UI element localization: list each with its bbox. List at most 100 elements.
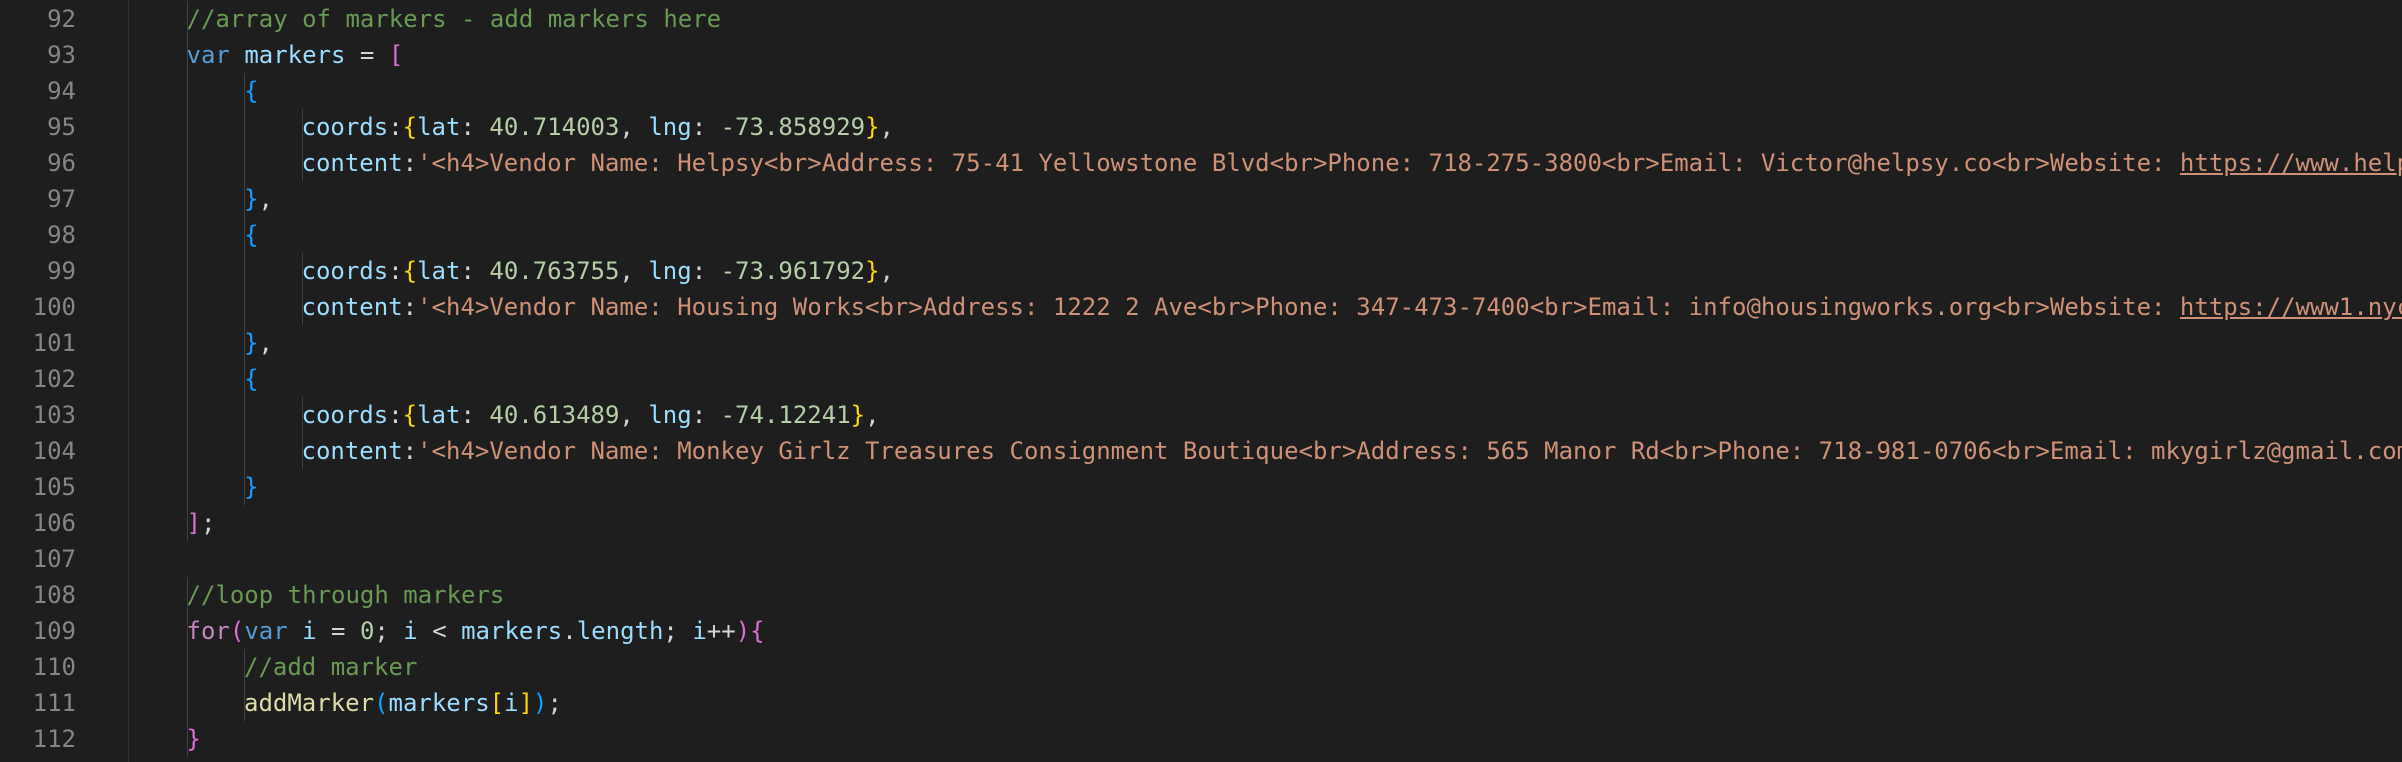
code-token: =	[316, 617, 360, 645]
code-line[interactable]: //add marker	[244, 649, 417, 685]
code-line[interactable]: //loop through markers	[187, 577, 505, 613]
code-token: markers	[244, 41, 346, 69]
code-line[interactable]: }	[187, 721, 201, 757]
code-line[interactable]: ];	[187, 505, 216, 541]
line-number: 93	[47, 41, 76, 69]
code-token: =	[345, 41, 389, 69]
indent-guide	[186, 1, 188, 541]
code-token: i	[504, 689, 519, 717]
code-line[interactable]: },	[244, 181, 273, 217]
line-number: 95	[47, 113, 76, 141]
code-token: //array of markers - add markers here	[186, 5, 722, 33]
line-number: 97	[47, 185, 76, 213]
code-token: (	[229, 617, 245, 645]
code-line[interactable]: coords:{lat: 40.714003, lng: -73.858929}…	[302, 109, 895, 145]
code-line[interactable]: for(var i = 0; i < markers.length; i++){	[187, 613, 765, 649]
code-token: i	[403, 617, 418, 645]
indent-guide	[301, 109, 303, 181]
code-token: ,	[879, 257, 894, 285]
code-line[interactable]: //array of markers - add markers here	[187, 1, 722, 37]
line-number: 101	[32, 329, 76, 357]
code-line[interactable]: content:'<h4>Vendor Name: Helpsy<br>Addr…	[302, 145, 2402, 181]
code-token: :	[388, 113, 403, 141]
code-token: -74.12241	[720, 401, 851, 429]
code-token: :	[402, 293, 418, 321]
code-token: :	[388, 257, 403, 285]
code-token: :	[402, 149, 418, 177]
code-token: [	[489, 689, 505, 717]
code-token: :	[691, 113, 721, 141]
url-link[interactable]: https://www1.nyc.gov	[2180, 293, 2402, 321]
code-line[interactable]: }	[244, 469, 258, 505]
code-line[interactable]: content:'<h4>Vendor Name: Housing Works<…	[302, 289, 2402, 325]
code-token: lat	[417, 113, 461, 141]
url-link[interactable]: https://www.helpsy.co	[2180, 149, 2402, 177]
code-area[interactable]: //array of markers - add markers here var…	[129, 0, 2402, 762]
code-line[interactable]: coords:{lat: 40.613489, lng: -74.12241},	[302, 397, 880, 433]
code-token: 40.763755	[489, 257, 620, 285]
code-token: ]	[186, 509, 201, 537]
code-token: -73.858929	[720, 113, 866, 141]
code-token: }	[244, 329, 259, 357]
code-token: content	[301, 293, 403, 321]
code-token: ;	[200, 509, 216, 537]
code-token: lng	[648, 401, 692, 429]
code-token: :	[691, 401, 721, 429]
code-token: ]	[518, 689, 534, 717]
code-token: {	[244, 77, 259, 105]
code-token: }	[865, 113, 880, 141]
line-number: 109	[32, 617, 76, 645]
code-token: )	[735, 617, 751, 645]
code-token: ,	[258, 185, 273, 213]
code-token: lat	[417, 401, 461, 429]
line-number: 92	[47, 5, 76, 33]
code-token: lng	[648, 257, 692, 285]
line-number: 98	[47, 221, 76, 249]
indent-guide	[186, 577, 188, 757]
code-token: ,	[879, 113, 894, 141]
code-token: ,	[258, 329, 273, 357]
code-line[interactable]: {	[244, 361, 258, 397]
code-token: :	[402, 437, 418, 465]
code-token: 40.714003	[489, 113, 620, 141]
line-number: 112	[32, 725, 76, 753]
code-token: 0	[359, 617, 375, 645]
code-line[interactable]: content:'<h4>Vendor Name: Monkey Girlz T…	[302, 433, 2402, 469]
code-token: var	[186, 41, 230, 69]
line-number-gutter: 92 93 94 95 96 97 98 99 100 101 102 103 104 105 106 107…	[0, 0, 128, 762]
code-token: .	[562, 617, 577, 645]
code-token: }	[865, 257, 880, 285]
code-token: ;	[374, 617, 404, 645]
code-token: //loop through markers	[186, 581, 505, 609]
code-token: //add marker	[244, 653, 418, 681]
line-number: 106	[32, 509, 76, 537]
code-line[interactable]: {	[244, 73, 258, 109]
code-token: '<h4>Vendor Name: Monkey Girlz Treasures…	[417, 437, 2402, 465]
code-token: {	[244, 221, 259, 249]
code-token: ,	[619, 401, 649, 429]
indent-guide	[244, 649, 245, 721]
code-line[interactable]: {	[244, 217, 258, 253]
line-number: 103	[32, 401, 76, 429]
code-editor[interactable]: 92 93 94 95 96 97 98 99 100 101 102 103 104 105 106 107…	[0, 0, 2402, 762]
line-number: 102	[32, 365, 76, 393]
code-token: :	[460, 113, 490, 141]
code-line[interactable]: var markers = [	[187, 37, 404, 73]
code-token: :	[691, 257, 721, 285]
code-line[interactable]: addMarker(markers[i]);	[244, 685, 562, 721]
code-token: <	[417, 617, 462, 645]
code-token: :	[388, 401, 403, 429]
code-line[interactable]: },	[244, 325, 273, 361]
code-token: (	[374, 689, 389, 717]
code-token: }	[244, 473, 259, 501]
code-line[interactable]: coords:{lat: 40.763755, lng: -73.961792}…	[302, 253, 895, 289]
code-token: }	[850, 401, 866, 429]
code-token: 40.613489	[489, 401, 620, 429]
code-token: ,	[619, 257, 649, 285]
line-number: 105	[32, 473, 76, 501]
code-token: i	[692, 617, 707, 645]
code-token: for	[186, 617, 230, 645]
line-number: 99	[47, 257, 76, 285]
